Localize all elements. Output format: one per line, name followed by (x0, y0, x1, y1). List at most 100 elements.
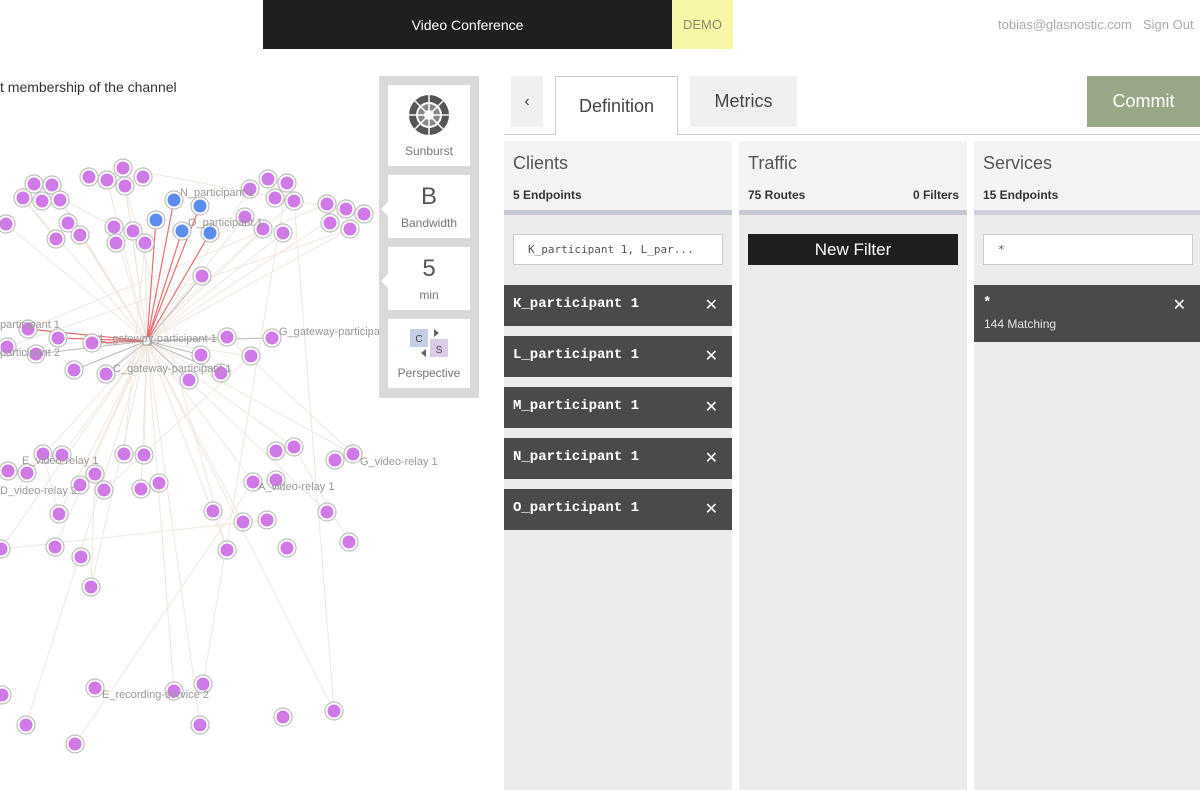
close-icon[interactable]: ✕ (705, 346, 718, 366)
client-item[interactable]: N_participant 1 ✕ (504, 438, 732, 479)
close-icon[interactable]: ✕ (1173, 295, 1186, 315)
graph-node[interactable] (118, 179, 132, 193)
graph-node[interactable] (107, 220, 121, 234)
graph-node[interactable] (339, 202, 353, 216)
graph-node[interactable] (269, 444, 283, 458)
graph-node[interactable] (260, 513, 274, 527)
graph-node[interactable] (35, 194, 49, 208)
graph-node[interactable] (346, 447, 360, 461)
graph-node[interactable] (138, 236, 152, 250)
bandwidth-button[interactable]: B Bandwidth (381, 175, 470, 238)
graph-node-selected[interactable] (167, 193, 181, 207)
graph-node-label: participant 1 (0, 319, 60, 331)
sunburst-button[interactable]: Sunburst (388, 85, 470, 166)
client-item[interactable]: M_participant 1 ✕ (504, 387, 732, 428)
graph-node[interactable] (20, 466, 34, 480)
graph-node[interactable] (97, 483, 111, 497)
sign-out-link[interactable]: Sign Out (1143, 17, 1194, 32)
graph-node[interactable] (195, 269, 209, 283)
client-item[interactable]: O_participant 1 ✕ (504, 489, 732, 530)
graph-node[interactable] (287, 440, 301, 454)
graph-link (146, 340, 201, 726)
graph-node[interactable] (220, 543, 234, 557)
graph-node-selected[interactable] (175, 224, 189, 238)
graph-node[interactable] (320, 197, 334, 211)
graph-node[interactable] (48, 540, 62, 554)
graph-node[interactable] (206, 504, 220, 518)
graph-node[interactable] (88, 467, 102, 481)
graph-node[interactable] (342, 535, 356, 549)
graph-node[interactable] (137, 448, 151, 462)
graph-node[interactable] (19, 718, 33, 732)
graph-node[interactable] (68, 737, 82, 751)
graph-node[interactable] (52, 507, 66, 521)
graph-node[interactable] (152, 476, 166, 490)
graph-node[interactable] (74, 550, 88, 564)
graph-node[interactable] (82, 170, 96, 184)
graph-node[interactable] (0, 217, 13, 231)
client-item[interactable]: K_participant 1 ✕ (504, 285, 732, 326)
close-icon[interactable]: ✕ (705, 397, 718, 417)
graph-node[interactable] (194, 348, 208, 362)
graph-node[interactable] (88, 681, 102, 695)
graph-node[interactable] (117, 447, 131, 461)
graph-node[interactable] (27, 177, 41, 191)
interval-button[interactable]: 5 min (381, 247, 470, 310)
graph-node[interactable] (328, 453, 342, 467)
graph-node[interactable] (193, 718, 207, 732)
graph-node[interactable] (99, 367, 113, 381)
back-button[interactable]: ‹ (511, 76, 543, 127)
graph-node[interactable] (61, 216, 75, 230)
graph-node[interactable] (85, 336, 99, 350)
graph-node[interactable] (327, 704, 341, 718)
graph-node[interactable] (265, 331, 279, 345)
service-item[interactable]: * ✕ 144 Matching (974, 285, 1200, 342)
tab-definition[interactable]: Definition (555, 76, 678, 135)
graph-node[interactable] (357, 207, 371, 221)
graph-node-selected[interactable] (193, 199, 207, 213)
graph-node[interactable] (276, 710, 290, 724)
metric-label: Bandwidth (400, 216, 458, 230)
graph-node[interactable] (100, 173, 114, 187)
graph-node[interactable] (268, 191, 282, 205)
graph-node[interactable] (280, 176, 294, 190)
graph-node[interactable] (220, 330, 234, 344)
graph-node[interactable] (182, 373, 196, 387)
graph-node[interactable] (49, 232, 63, 246)
graph-node[interactable] (323, 216, 337, 230)
graph-node[interactable] (343, 222, 357, 236)
clients-filter-input[interactable] (513, 234, 723, 265)
commit-button[interactable]: Commit (1087, 76, 1200, 127)
graph-node[interactable] (53, 193, 67, 207)
graph-node[interactable] (320, 505, 334, 519)
graph-node[interactable] (276, 226, 290, 240)
graph-node-selected[interactable] (149, 213, 163, 227)
graph-node[interactable] (287, 194, 301, 208)
perspective-button[interactable]: C S Perspective (388, 319, 470, 388)
tab-metrics[interactable]: Metrics (690, 76, 797, 127)
graph-node[interactable] (45, 178, 59, 192)
graph-node[interactable] (109, 236, 123, 250)
channel-title[interactable]: Video Conference (263, 0, 672, 49)
graph-node[interactable] (1, 464, 15, 478)
graph-node[interactable] (244, 349, 258, 363)
graph-node[interactable] (126, 224, 140, 238)
close-icon[interactable]: ✕ (705, 499, 718, 519)
graph-node[interactable] (236, 515, 250, 529)
close-icon[interactable]: ✕ (705, 448, 718, 468)
graph-node[interactable] (84, 580, 98, 594)
traffic-column: Traffic 75 Routes 0 Filters New Filter (739, 141, 967, 790)
graph-node[interactable] (134, 482, 148, 496)
graph-node[interactable] (67, 363, 81, 377)
graph-node[interactable] (16, 191, 30, 205)
graph-node[interactable] (261, 172, 275, 186)
close-icon[interactable]: ✕ (705, 295, 718, 315)
graph-node[interactable] (136, 170, 150, 184)
graph-node[interactable] (73, 228, 87, 242)
client-item[interactable]: L_participant 1 ✕ (504, 336, 732, 377)
graph-node[interactable] (116, 161, 130, 175)
graph-node[interactable] (51, 331, 65, 345)
new-filter-button[interactable]: New Filter (748, 234, 958, 265)
services-filter-input[interactable] (983, 234, 1193, 265)
graph-node[interactable] (280, 541, 294, 555)
